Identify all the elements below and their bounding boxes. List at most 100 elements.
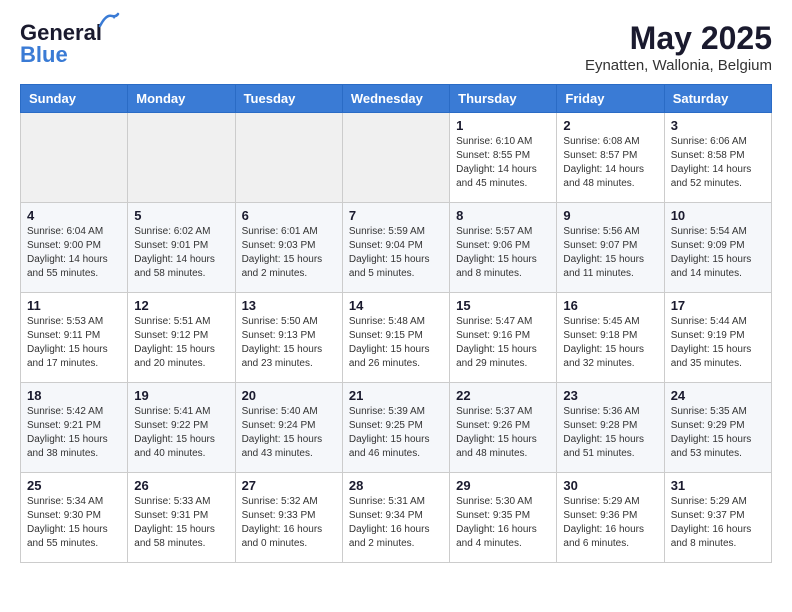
weekday-header-wednesday: Wednesday (342, 85, 449, 113)
day-info: Sunrise: 5:50 AM Sunset: 9:13 PM Dayligh… (242, 315, 336, 371)
calendar-cell: 11 Sunrise: 5:53 AM Sunset: 9:11 PM Dayli… (21, 293, 128, 383)
day-info: Sunrise: 6:04 AM Sunset: 9:00 PM Dayligh… (27, 225, 121, 281)
calendar-cell: 14 Sunrise: 5:48 AM Sunset: 9:15 PM Dayli… (342, 293, 449, 383)
calendar-cell (342, 113, 449, 203)
calendar-cell: 23Sunrise: 5:36 AM Sunset: 9:28 PM Dayli… (557, 383, 664, 473)
day-number: 10 (671, 208, 765, 223)
calendar-cell: 26 Sunrise: 5:33 AM Sunset: 9:31 PM Dayli… (128, 473, 235, 563)
calendar-cell: 17 Sunrise: 5:44 AM Sunset: 9:19 PM Dayli… (664, 293, 771, 383)
day-number: 7 (349, 208, 443, 223)
calendar-cell: 15 Sunrise: 5:47 AM Sunset: 9:16 PM Dayli… (450, 293, 557, 383)
calendar-cell: 2Sunrise: 6:08 AM Sunset: 8:57 PM Daylig… (557, 113, 664, 203)
calendar-cell (21, 113, 128, 203)
day-info: Sunrise: 5:42 AM Sunset: 9:21 PM Dayligh… (27, 405, 121, 461)
day-info: Sunrise: 5:47 AM Sunset: 9:16 PM Dayligh… (456, 315, 550, 371)
day-info: Sunrise: 5:57 AM Sunset: 9:06 PM Dayligh… (456, 225, 550, 281)
calendar-cell: 9 Sunrise: 5:56 AM Sunset: 9:07 PM Daylig… (557, 203, 664, 293)
day-number: 16 (563, 298, 657, 313)
day-info: Sunrise: 6:10 AM Sunset: 8:55 PM Dayligh… (456, 135, 550, 191)
day-number: 30 (563, 478, 657, 493)
week-row-5: 25 Sunrise: 5:34 AM Sunset: 9:30 PM Dayli… (21, 473, 772, 563)
calendar-cell (128, 113, 235, 203)
day-info: Sunrise: 5:37 AM Sunset: 9:26 PM Dayligh… (456, 405, 550, 461)
weekday-header-thursday: Thursday (450, 85, 557, 113)
weekday-header-sunday: Sunday (21, 85, 128, 113)
week-row-4: 18 Sunrise: 5:42 AM Sunset: 9:21 PM Dayli… (21, 383, 772, 473)
day-info: Sunrise: 5:29 AM Sunset: 9:37 PM Dayligh… (671, 495, 765, 551)
calendar-cell: 20 Sunrise: 5:40 AM Sunset: 9:24 PM Dayli… (235, 383, 342, 473)
calendar-cell: 25 Sunrise: 5:34 AM Sunset: 9:30 PM Dayli… (21, 473, 128, 563)
day-number: 11 (27, 298, 121, 313)
logo: General Blue (20, 20, 102, 68)
weekday-header-saturday: Saturday (664, 85, 771, 113)
week-row-3: 11 Sunrise: 5:53 AM Sunset: 9:11 PM Dayli… (21, 293, 772, 383)
day-number: 6 (242, 208, 336, 223)
day-number: 14 (349, 298, 443, 313)
day-number: 26 (134, 478, 228, 493)
day-info: Sunrise: 5:34 AM Sunset: 9:30 PM Dayligh… (27, 495, 121, 551)
day-number: 9 (563, 208, 657, 223)
calendar-cell (235, 113, 342, 203)
week-row-2: 4 Sunrise: 6:04 AM Sunset: 9:00 PM Daylig… (21, 203, 772, 293)
day-info: Sunrise: 5:45 AM Sunset: 9:18 PM Dayligh… (563, 315, 657, 371)
day-info: Sunrise: 6:02 AM Sunset: 9:01 PM Dayligh… (134, 225, 228, 281)
day-number: 25 (27, 478, 121, 493)
title-block: May 2025 Eynatten, Wallonia, Belgium (585, 20, 772, 74)
day-info: Sunrise: 5:40 AM Sunset: 9:24 PM Dayligh… (242, 405, 336, 461)
day-number: 19 (134, 388, 228, 403)
calendar-cell: 7Sunrise: 5:59 AM Sunset: 9:04 PM Daylig… (342, 203, 449, 293)
calendar-cell: 30 Sunrise: 5:29 AM Sunset: 9:36 PM Dayli… (557, 473, 664, 563)
page-header: General Blue May 2025 Eynatten, Wallonia… (20, 20, 772, 74)
day-number: 22 (456, 388, 550, 403)
calendar-cell: 6 Sunrise: 6:01 AM Sunset: 9:03 PM Daylig… (235, 203, 342, 293)
day-info: Sunrise: 5:44 AM Sunset: 9:19 PM Dayligh… (671, 315, 765, 371)
calendar-table: SundayMondayTuesdayWednesdayThursdayFrid… (20, 84, 772, 563)
day-number: 21 (349, 388, 443, 403)
calendar-cell: 31 Sunrise: 5:29 AM Sunset: 9:37 PM Dayli… (664, 473, 771, 563)
day-number: 17 (671, 298, 765, 313)
day-number: 31 (671, 478, 765, 493)
day-number: 24 (671, 388, 765, 403)
day-number: 20 (242, 388, 336, 403)
day-info: Sunrise: 5:29 AM Sunset: 9:36 PM Dayligh… (563, 495, 657, 551)
calendar-cell: 19 Sunrise: 5:41 AM Sunset: 9:22 PM Dayli… (128, 383, 235, 473)
calendar-cell: 16 Sunrise: 5:45 AM Sunset: 9:18 PM Dayli… (557, 293, 664, 383)
day-info: Sunrise: 5:30 AM Sunset: 9:35 PM Dayligh… (456, 495, 550, 551)
calendar-cell: 28 Sunrise: 5:31 AM Sunset: 9:34 PM Dayli… (342, 473, 449, 563)
day-info: Sunrise: 6:01 AM Sunset: 9:03 PM Dayligh… (242, 225, 336, 281)
week-row-1: 1 Sunrise: 6:10 AM Sunset: 8:55 PM Daylig… (21, 113, 772, 203)
day-number: 2 (563, 118, 657, 133)
day-number: 15 (456, 298, 550, 313)
calendar-cell: 3Sunrise: 6:06 AM Sunset: 8:58 PM Daylig… (664, 113, 771, 203)
day-number: 27 (242, 478, 336, 493)
calendar-cell: 12Sunrise: 5:51 AM Sunset: 9:12 PM Dayli… (128, 293, 235, 383)
calendar-cell: 13 Sunrise: 5:50 AM Sunset: 9:13 PM Dayli… (235, 293, 342, 383)
day-info: Sunrise: 5:31 AM Sunset: 9:34 PM Dayligh… (349, 495, 443, 551)
day-number: 13 (242, 298, 336, 313)
day-info: Sunrise: 5:33 AM Sunset: 9:31 PM Dayligh… (134, 495, 228, 551)
day-number: 28 (349, 478, 443, 493)
day-number: 18 (27, 388, 121, 403)
calendar-cell: 27Sunrise: 5:32 AM Sunset: 9:33 PM Dayli… (235, 473, 342, 563)
day-info: Sunrise: 5:56 AM Sunset: 9:07 PM Dayligh… (563, 225, 657, 281)
calendar-cell: 10Sunrise: 5:54 AM Sunset: 9:09 PM Dayli… (664, 203, 771, 293)
calendar-cell: 8 Sunrise: 5:57 AM Sunset: 9:06 PM Daylig… (450, 203, 557, 293)
day-number: 1 (456, 118, 550, 133)
day-number: 29 (456, 478, 550, 493)
day-number: 23 (563, 388, 657, 403)
day-info: Sunrise: 5:48 AM Sunset: 9:15 PM Dayligh… (349, 315, 443, 371)
day-info: Sunrise: 5:51 AM Sunset: 9:12 PM Dayligh… (134, 315, 228, 371)
day-number: 8 (456, 208, 550, 223)
calendar-cell: 18 Sunrise: 5:42 AM Sunset: 9:21 PM Dayli… (21, 383, 128, 473)
weekday-header-tuesday: Tuesday (235, 85, 342, 113)
day-info: Sunrise: 5:41 AM Sunset: 9:22 PM Dayligh… (134, 405, 228, 461)
day-info: Sunrise: 5:35 AM Sunset: 9:29 PM Dayligh… (671, 405, 765, 461)
day-number: 4 (27, 208, 121, 223)
month-year: May 2025 (585, 20, 772, 57)
calendar-cell: 22 Sunrise: 5:37 AM Sunset: 9:26 PM Dayli… (450, 383, 557, 473)
day-number: 3 (671, 118, 765, 133)
day-number: 5 (134, 208, 228, 223)
day-info: Sunrise: 5:53 AM Sunset: 9:11 PM Dayligh… (27, 315, 121, 371)
day-info: Sunrise: 5:39 AM Sunset: 9:25 PM Dayligh… (349, 405, 443, 461)
calendar-cell: 1 Sunrise: 6:10 AM Sunset: 8:55 PM Daylig… (450, 113, 557, 203)
